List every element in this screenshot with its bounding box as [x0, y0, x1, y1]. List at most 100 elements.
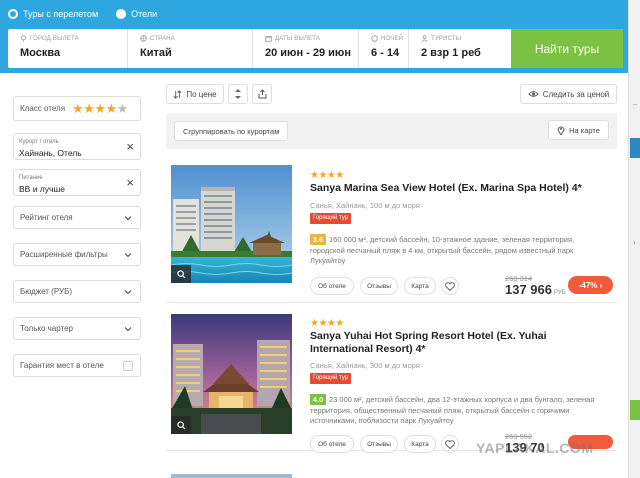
- watch-price-button[interactable]: Следить за ценой: [520, 84, 617, 104]
- right-edge-minus-icon: –: [633, 100, 638, 109]
- map-button[interactable]: На карте: [548, 120, 609, 140]
- clear-resort-icon[interactable]: ×: [126, 140, 134, 153]
- country-label-row: Страна: [140, 35, 252, 42]
- hotel-class-filter[interactable]: Класс отеля ★★★★★: [13, 96, 141, 121]
- hotel-description-text: 160 000 м², детский бассейн, 10-этажное …: [310, 235, 575, 265]
- right-edge-blue-tab[interactable]: [630, 138, 640, 158]
- hotel-photo[interactable]: [171, 165, 292, 283]
- dates-label: Даты вылета: [275, 35, 321, 42]
- hotel-photo[interactable]: [171, 474, 292, 478]
- hotel-class-label: Класс отеля: [20, 104, 66, 113]
- departure-city-label-row: Город вылета: [20, 35, 127, 42]
- charter-filter-dropdown[interactable]: Только чартер: [13, 317, 141, 340]
- resort-filter-label: Курорт / отель: [19, 139, 59, 145]
- search-panel: Туры с перелетом Отели Город вылета Моск…: [0, 0, 628, 73]
- moon-icon: [371, 35, 378, 42]
- person-icon: [421, 35, 428, 42]
- magnifier-icon: [176, 269, 186, 279]
- heart-icon: [445, 439, 455, 449]
- tourists-field[interactable]: Туристы 2 взр 1 реб: [409, 29, 509, 68]
- favorite-button[interactable]: [441, 277, 459, 295]
- sort-by-price-button[interactable]: По цене: [166, 84, 224, 104]
- about-hotel-button[interactable]: Об отеле: [310, 435, 354, 453]
- star-icon: ★: [94, 100, 106, 116]
- discount-value: -47%: [578, 280, 598, 290]
- find-tours-button[interactable]: Найти туры: [511, 29, 623, 68]
- map-button-label: На карте: [569, 125, 600, 135]
- zoom-photo-button[interactable]: [171, 265, 191, 283]
- star-icon: ★: [83, 100, 95, 116]
- price-value: 137 966: [505, 282, 552, 297]
- zoom-photo-button[interactable]: [171, 416, 191, 434]
- country-label: Страна: [150, 35, 175, 42]
- hotel-card-partial: [166, 468, 617, 478]
- dates-field[interactable]: Даты вылета 20 июн - 29 июн: [253, 29, 359, 68]
- hotel-description-text: 23 000 м², детский бассейн, два 12-этажн…: [310, 395, 595, 425]
- chevron-down-icon: [124, 216, 132, 221]
- hotel-description: 4.0 23 000 м², детский бассейн, два 12-эт…: [310, 394, 608, 427]
- tourists-label: Туристы: [431, 35, 462, 42]
- map-link-button[interactable]: Карта: [404, 277, 436, 295]
- map-link-button[interactable]: Карта: [404, 435, 436, 453]
- meal-filter[interactable]: Питание BB и лучше ×: [13, 169, 141, 196]
- radio-tours[interactable]: Туры с перелетом: [8, 9, 98, 19]
- reviews-button[interactable]: Отзывы: [360, 435, 398, 453]
- radio-hotels[interactable]: Отели: [116, 9, 157, 19]
- discount-button[interactable]: -47% ›: [568, 276, 613, 294]
- right-edge-green-tab[interactable]: [630, 400, 640, 420]
- chevron-down-icon: [124, 327, 132, 332]
- share-icon: [258, 89, 266, 99]
- share-button[interactable]: [252, 84, 272, 104]
- calendar-icon: [265, 35, 272, 42]
- meal-filter-value: BB и лучше: [19, 184, 65, 194]
- nights-label: Ночей: [381, 35, 404, 42]
- hotel-name[interactable]: Sanya Yuhai Hot Spring Resort Hotel (Ex.…: [310, 330, 608, 356]
- watermark: YAPLAKAL.COM: [476, 440, 594, 456]
- nights-field[interactable]: Ночей 6 - 14: [359, 29, 409, 68]
- country-value: Китай: [140, 47, 172, 59]
- hotel-class-stars[interactable]: ★★★★★: [72, 101, 128, 117]
- pin-icon: [20, 35, 27, 42]
- nights-label-row: Ночей: [371, 35, 408, 42]
- rating-filter-dropdown[interactable]: Рейтинг отеля: [13, 206, 141, 229]
- guarantee-filter[interactable]: Гарантия мест в отеле: [13, 354, 141, 377]
- hotel-card: ★★★★ Sanya Yuhai Hot Spring Resort Hotel…: [166, 311, 617, 455]
- hotel-location: Санья, Хайнань, 100 м до моря: [310, 201, 420, 210]
- advanced-filters-dropdown[interactable]: Расширенные фильтры: [13, 243, 141, 266]
- star-icon: ★: [105, 100, 118, 116]
- guarantee-checkbox[interactable]: [123, 361, 133, 371]
- resort-filter-value: Хайнань, Отель: [19, 148, 82, 158]
- hotel-photo[interactable]: [171, 314, 292, 434]
- nights-value: 6 - 14: [371, 47, 400, 59]
- tourists-label-row: Туристы: [421, 35, 509, 42]
- rating-filter-label: Рейтинг отеля: [20, 213, 73, 222]
- hotel-stars: ★★★★: [310, 318, 344, 329]
- guarantee-filter-label: Гарантия мест в отеле: [20, 361, 104, 370]
- hotel-location: Санья, Хайнань, 300 м до моря: [310, 361, 420, 370]
- chevron-down-icon: [124, 290, 132, 295]
- hotel-name[interactable]: Sanya Marina Sea View Hotel (Ex. Marina …: [310, 182, 608, 195]
- departure-city-value: Москва: [20, 47, 61, 59]
- resort-filter[interactable]: Курорт / отель Хайнань, Отель ×: [13, 133, 141, 160]
- sort-icon: [173, 89, 182, 99]
- meal-filter-label: Питание: [19, 175, 43, 181]
- group-by-resort-button[interactable]: Сгруппировать по курортам: [174, 121, 289, 141]
- clear-meal-icon[interactable]: ×: [126, 176, 134, 189]
- sort-direction-button[interactable]: [228, 84, 248, 104]
- sort-direction-icon: [235, 89, 241, 99]
- favorite-button[interactable]: [441, 435, 459, 453]
- price: 137 966 РУБ: [505, 282, 566, 297]
- reviews-button[interactable]: Отзывы: [360, 277, 398, 295]
- advanced-filters-label: Расширенные фильтры: [20, 250, 108, 259]
- hot-tour-badge: Горящий тур: [310, 213, 352, 224]
- about-hotel-button[interactable]: Об отеле: [310, 277, 354, 295]
- country-field[interactable]: Страна Китай: [128, 29, 253, 68]
- dates-value: 20 июн - 29 июн: [265, 47, 351, 59]
- right-edge-chevron-icon: ›: [633, 238, 636, 247]
- heart-icon: [445, 281, 455, 291]
- budget-filter-dropdown[interactable]: Бюджет (РУБ): [13, 280, 141, 303]
- hotel-stars: ★★★★: [310, 170, 344, 181]
- price-currency: РУБ: [554, 290, 566, 296]
- departure-city-field[interactable]: Город вылета Москва: [8, 29, 128, 68]
- globe-icon: [140, 35, 147, 42]
